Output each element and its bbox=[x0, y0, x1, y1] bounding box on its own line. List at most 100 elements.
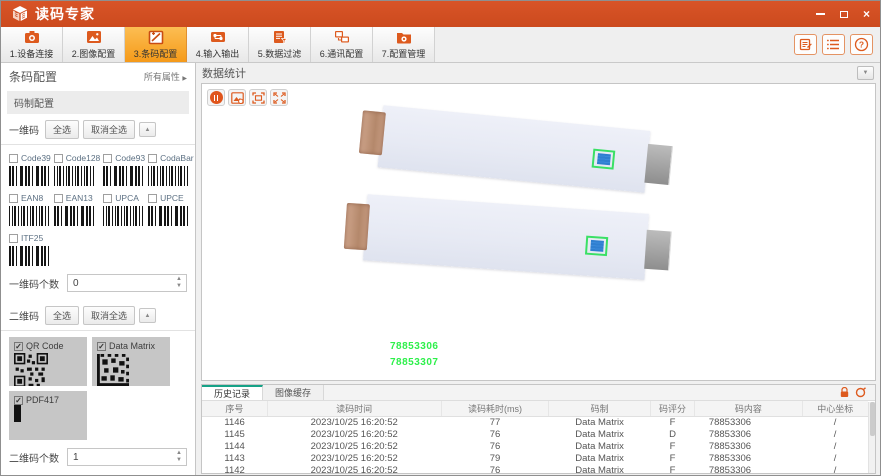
stats-dropdown-button[interactable]: ▼ bbox=[857, 66, 874, 80]
history-tabs: 历史记录 图像缓存 bbox=[202, 385, 875, 401]
all-properties-link[interactable]: 所有属性 ▶ bbox=[144, 70, 187, 83]
barcode-config-panel: 条码配置 所有属性 ▶ 码制配置 一维码 全选 取消全选 ▲ Code39 bbox=[1, 63, 196, 475]
nav-tab-image-config[interactable]: 2.图像配置 bbox=[63, 27, 125, 62]
stats-title: 数据统计 bbox=[202, 65, 246, 81]
tab-history-record[interactable]: 历史记录 bbox=[202, 385, 263, 400]
code128-checkbox[interactable] bbox=[54, 154, 63, 163]
spin-up-icon[interactable]: ▲ bbox=[176, 450, 182, 457]
stats-header: 数据统计 ▼ bbox=[201, 63, 876, 83]
panel-title: 条码配置 bbox=[9, 68, 57, 85]
collapse-icon: ▲ bbox=[145, 313, 151, 319]
col-header-duration: 读码耗时(ms) bbox=[441, 401, 549, 416]
close-button[interactable]: × bbox=[863, 7, 870, 21]
battery-cell-2 bbox=[363, 194, 649, 280]
deselect-all-2d-button[interactable]: 取消全选 bbox=[83, 306, 135, 325]
ean13-checkbox[interactable] bbox=[54, 194, 63, 203]
lock-icon bbox=[839, 387, 850, 398]
image-settings-button[interactable] bbox=[228, 89, 246, 106]
pdf417-checkbox[interactable] bbox=[14, 396, 23, 405]
code-item-datamatrix[interactable]: Data Matrix bbox=[92, 337, 170, 386]
scrollbar-thumb[interactable] bbox=[870, 402, 875, 436]
table-row[interactable]: 11432023/10/25 16:20:5279Data MatrixF788… bbox=[202, 452, 868, 464]
nav-tab-data-filter[interactable]: 5.数据过滤 bbox=[249, 27, 311, 62]
count-1d-value[interactable]: 0 bbox=[68, 275, 172, 291]
pause-button[interactable] bbox=[207, 89, 225, 106]
collapse-1d-button[interactable]: ▲ bbox=[139, 122, 156, 137]
pdf417-sample-image bbox=[14, 405, 21, 422]
upce-checkbox[interactable] bbox=[148, 194, 157, 203]
col-header-content: 码内容 bbox=[695, 401, 802, 416]
ean8-checkbox[interactable] bbox=[9, 194, 18, 203]
spin-down-icon[interactable]: ▼ bbox=[176, 457, 182, 464]
spin-up-icon[interactable]: ▲ bbox=[176, 276, 182, 283]
spin-down-icon[interactable]: ▼ bbox=[176, 283, 182, 290]
table-row[interactable]: 11442023/10/25 16:20:5276Data MatrixF788… bbox=[202, 440, 868, 452]
count-2d-stepper[interactable]: 1 ▲▼ bbox=[67, 448, 187, 466]
copper-tape bbox=[344, 203, 370, 250]
maximize-button[interactable] bbox=[840, 7, 848, 21]
count-row-2d: 二维码个数 1 ▲▼ bbox=[1, 440, 195, 474]
titlebar: 读码专家 × bbox=[1, 1, 880, 27]
main-content: 条码配置 所有属性 ▶ 码制配置 一维码 全选 取消全选 ▲ Code39 bbox=[1, 63, 880, 475]
fit-view-button[interactable] bbox=[249, 89, 267, 106]
pause-icon bbox=[210, 91, 223, 104]
ean8-sample-barcode bbox=[9, 206, 49, 226]
code93-checkbox[interactable] bbox=[103, 154, 112, 163]
nav-tab-device-connect[interactable]: 1.设备连接 bbox=[1, 27, 63, 62]
nav-tab-comm-config[interactable]: 6.通讯配置 bbox=[311, 27, 373, 62]
table-row[interactable]: 11452023/10/25 16:20:5276Data MatrixD788… bbox=[202, 428, 868, 440]
table-row[interactable]: 11462023/10/25 16:20:5277Data MatrixF788… bbox=[202, 416, 868, 428]
help-button[interactable]: ? bbox=[850, 34, 873, 55]
datamatrix-checkbox[interactable] bbox=[97, 342, 106, 351]
qrcode-sample-image bbox=[14, 353, 48, 386]
upce-sample-barcode bbox=[148, 206, 188, 226]
network-icon bbox=[333, 30, 350, 45]
upca-checkbox[interactable] bbox=[103, 194, 112, 203]
codabar-sample-barcode bbox=[148, 166, 188, 186]
nav-tab-barcode-config[interactable]: 3.条码配置 bbox=[125, 27, 187, 62]
stepper-arrows[interactable]: ▲▼ bbox=[172, 449, 186, 465]
image-viewer[interactable]: 78853306 78853307 bbox=[201, 83, 876, 381]
terminal-tab bbox=[644, 144, 673, 185]
arrow-right-icon: ▶ bbox=[182, 76, 187, 82]
nav-tab-config-manage[interactable]: 7.配置管理 bbox=[373, 27, 435, 62]
select-all-1d-button[interactable]: 全选 bbox=[45, 120, 79, 139]
decode-result-2: 78853307 bbox=[390, 357, 439, 368]
minimize-button[interactable] bbox=[816, 7, 825, 21]
image-icon bbox=[85, 30, 102, 45]
count-2d-value[interactable]: 1 bbox=[68, 449, 172, 465]
code-item-upca: UPCA bbox=[103, 193, 145, 226]
tab-image-cache[interactable]: 图像缓存 bbox=[263, 385, 324, 400]
clear-button[interactable] bbox=[854, 387, 867, 399]
codabar-checkbox[interactable] bbox=[148, 154, 157, 163]
col-header-score: 码评分 bbox=[650, 401, 695, 416]
dm-code-label-2 bbox=[590, 240, 604, 252]
table-row[interactable]: 11422023/10/25 16:20:5276Data MatrixF788… bbox=[202, 464, 868, 474]
collapse-2d-button[interactable]: ▲ bbox=[139, 308, 156, 323]
log-button[interactable] bbox=[794, 34, 817, 55]
fullscreen-button[interactable] bbox=[270, 89, 288, 106]
code-grid-1d: Code39 Code128 Code93 CodaBar EAN8 bbox=[1, 145, 195, 266]
config-manage-icon bbox=[395, 30, 412, 45]
code39-checkbox[interactable] bbox=[9, 154, 18, 163]
itf25-checkbox[interactable] bbox=[9, 234, 18, 243]
deselect-all-1d-button[interactable]: 取消全选 bbox=[83, 120, 135, 139]
code-item-qrcode[interactable]: QR Code bbox=[9, 337, 87, 386]
roi-box-1 bbox=[592, 149, 616, 170]
list-button[interactable] bbox=[822, 34, 845, 55]
qrcode-checkbox[interactable] bbox=[14, 342, 23, 351]
select-all-2d-button[interactable]: 全选 bbox=[45, 306, 79, 325]
count-1d-stepper[interactable]: 0 ▲▼ bbox=[67, 274, 187, 292]
code-item-code93: Code93 bbox=[103, 153, 145, 186]
nav-tab-input-output[interactable]: 4.输入输出 bbox=[187, 27, 249, 62]
table-scrollbar[interactable] bbox=[868, 402, 875, 473]
history-tab-actions bbox=[838, 385, 875, 400]
code-item-pdf417[interactable]: PDF417 bbox=[9, 391, 87, 440]
lock-button[interactable] bbox=[838, 387, 851, 399]
dm-code-label-1 bbox=[596, 153, 610, 165]
copper-tape bbox=[359, 110, 386, 155]
history-panel: 历史记录 图像缓存 bbox=[201, 384, 876, 474]
stepper-arrows[interactable]: ▲▼ bbox=[172, 275, 186, 291]
nav-label: 4.输入输出 bbox=[196, 47, 240, 60]
table-header-row: 序号 读码时间 读码耗时(ms) 码制 码评分 码内容 中心坐标 bbox=[202, 401, 868, 416]
